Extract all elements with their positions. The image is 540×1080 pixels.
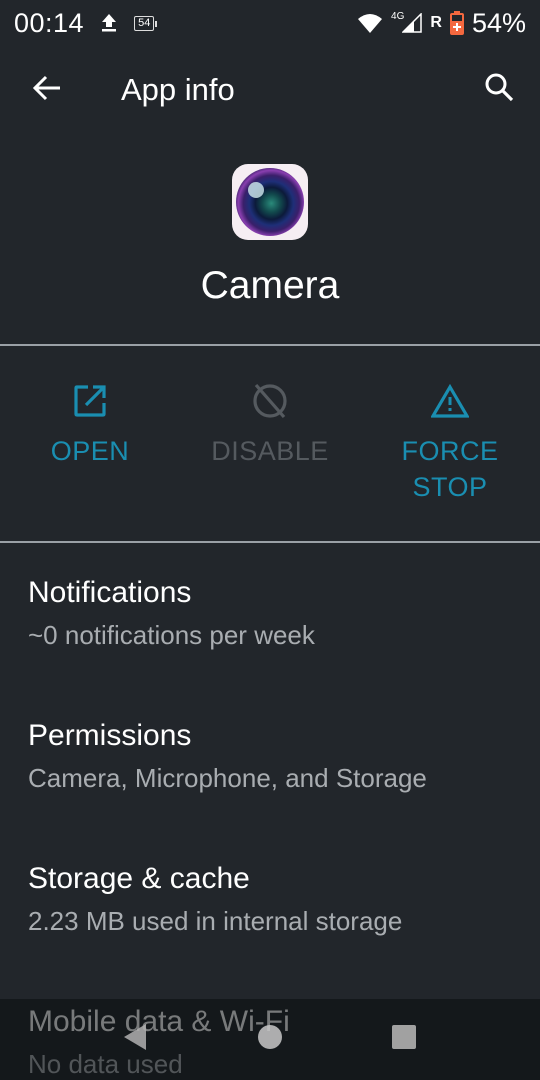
back-button[interactable] <box>0 46 96 134</box>
force-stop-button[interactable]: FORCE STOP <box>360 347 540 541</box>
force-stop-label: FORCE STOP <box>401 436 499 502</box>
app-info-screen: 00:14 54 4G R 54% App info Camera OPEN D… <box>0 0 540 1080</box>
arrow-back-icon <box>32 75 61 106</box>
app-name: Camera <box>200 264 340 307</box>
permissions-summary: Camera, Microphone, and Storage <box>28 763 427 793</box>
camera-lens-icon <box>232 164 308 240</box>
storage-item[interactable]: Storage & cache 2.23 MB used in internal… <box>28 859 520 939</box>
status-time: 00:14 <box>14 7 85 38</box>
notifications-title: Notifications <box>28 576 192 609</box>
storage-summary: 2.23 MB used in internal storage <box>28 906 403 936</box>
status-bar: 00:14 54 4G R 54% <box>0 0 540 46</box>
disable-button[interactable]: DISABLE <box>180 347 360 541</box>
actions-divider <box>0 541 540 543</box>
disable-icon <box>250 381 290 421</box>
open-label: OPEN <box>50 436 130 466</box>
warning-icon <box>430 381 470 421</box>
nav-home-icon <box>257 1024 283 1055</box>
app-bar: App info <box>0 46 540 134</box>
notifications-summary: ~0 notifications per week <box>28 620 315 650</box>
nav-recents-icon <box>391 1024 417 1055</box>
permissions-item[interactable]: Permissions Camera, Microphone, and Stor… <box>28 716 520 796</box>
wifi-icon <box>357 12 383 34</box>
battery-saver-icon <box>449 11 464 35</box>
app-icon-lens <box>236 168 304 236</box>
storage-title: Storage & cache <box>28 862 250 895</box>
open-button[interactable]: OPEN <box>0 347 180 541</box>
upload-icon <box>100 13 118 33</box>
search-icon <box>484 72 514 107</box>
nav-home-button[interactable] <box>245 1019 295 1059</box>
search-button[interactable] <box>476 66 522 112</box>
roaming-indicator: R <box>430 14 442 31</box>
notifications-item[interactable]: Notifications ~0 notifications per week <box>28 573 520 653</box>
permissions-title: Permissions <box>28 719 192 752</box>
cellular-signal-icon: 4G <box>391 10 423 33</box>
page-title: App info <box>121 72 235 107</box>
app-header: Camera <box>0 134 540 345</box>
nav-back-button[interactable] <box>110 1019 160 1059</box>
notification-count-icon: 54 <box>134 15 158 31</box>
nav-back-icon <box>122 1023 148 1056</box>
action-buttons: OPEN DISABLE FORCE STOP <box>0 347 540 541</box>
header-divider <box>0 344 540 346</box>
nav-recents-button[interactable] <box>379 1019 429 1059</box>
battery-percent: 54% <box>471 7 526 38</box>
open-external-icon <box>70 381 110 421</box>
network-type-label: 4G <box>391 10 405 22</box>
disable-label: DISABLE <box>211 436 329 466</box>
navigation-bar <box>0 999 540 1080</box>
